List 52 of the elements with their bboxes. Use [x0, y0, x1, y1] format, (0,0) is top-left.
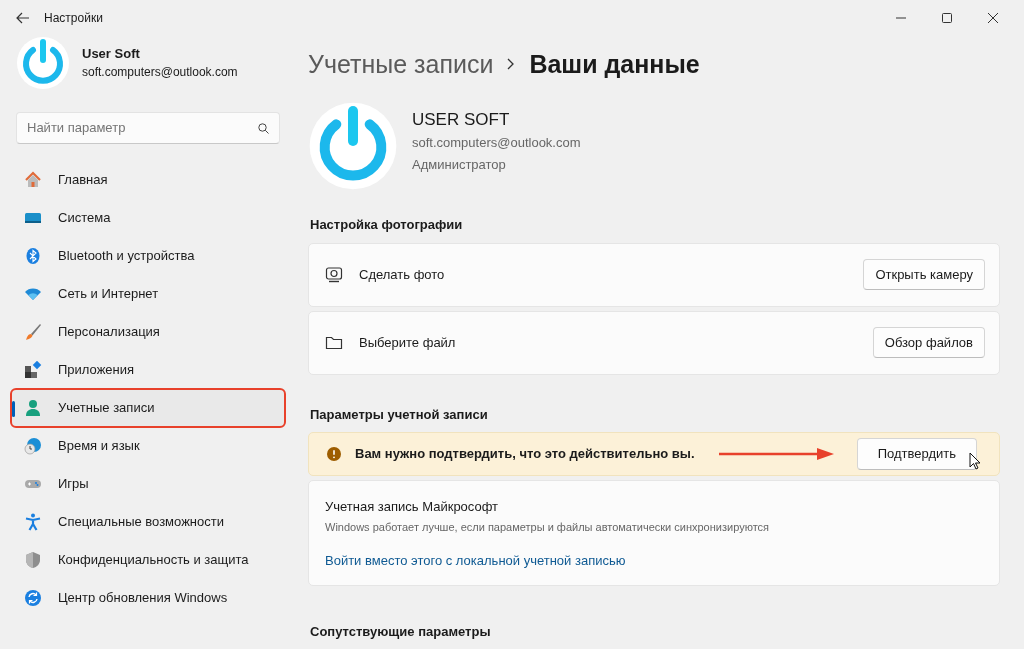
avatar-power-icon: [16, 35, 70, 90]
sidebar-item[interactable]: Учетные записи: [12, 389, 284, 426]
sidebar-item[interactable]: Персонализация: [12, 313, 284, 350]
account-description: Windows работает лучше, если параметры и файлы автоматически синхронизируются: [325, 519, 771, 535]
chevron-icon: [507, 58, 516, 71]
maximize-icon: [942, 12, 952, 23]
row-action-button[interactable]: Обзор файлов: [872, 326, 985, 359]
section-heading: Сопутствующие параметры: [310, 622, 492, 641]
globe-clock-icon: [24, 436, 42, 455]
window-title: Настройки: [44, 9, 103, 27]
section-heading: Параметры учетной записи: [310, 405, 489, 424]
sidebar-item[interactable]: Время и язык: [12, 427, 284, 464]
section-heading: Настройка фотографии: [310, 216, 464, 234]
sidebar-item[interactable]: Главная: [12, 161, 284, 198]
row-label: Выберите файл: [359, 333, 456, 352]
brush-icon: [24, 322, 42, 341]
sidebar-item[interactable]: Сеть и Интернет: [12, 275, 284, 312]
search-field[interactable]: Найти параметр: [16, 111, 280, 144]
shield-icon: [24, 550, 42, 569]
profile-role: Администратор: [412, 156, 507, 175]
confirm-button[interactable]: Подтвердить: [856, 438, 977, 470]
house-icon: [24, 170, 42, 189]
sidebar-item[interactable]: Конфиденциальность и защита: [12, 541, 284, 578]
bluetooth-icon: [24, 246, 42, 265]
sidebar-item[interactable]: Игры: [12, 465, 284, 502]
profile-email: soft.computers@outlook.com: [412, 133, 581, 152]
sidebar-item[interactable]: Специальные возможности: [12, 503, 284, 540]
search-icon: [258, 122, 269, 134]
row-label: Сделать фото: [359, 265, 445, 284]
person-icon: [24, 398, 42, 417]
sidebar-item[interactable]: Центр обновления Windows: [12, 579, 284, 616]
account-title: Учетная запись Майкрософт: [325, 498, 500, 516]
app-tiles-icon: [24, 360, 42, 379]
avatar-power-icon: [308, 101, 398, 191]
sidebar-item[interactable]: Система: [12, 199, 284, 236]
webcam-icon: [325, 265, 343, 284]
sidebar-item[interactable]: Bluetooth и устройства: [12, 237, 284, 274]
breadcrumb-link[interactable]: Учетные записи: [308, 45, 494, 83]
user-name: User Soft: [82, 44, 141, 63]
row-action-button[interactable]: Открыть камеру: [863, 258, 985, 291]
sync-icon: [24, 588, 42, 607]
mouse-cursor-icon: [969, 452, 981, 470]
sidebar-item[interactable]: Приложения: [12, 351, 284, 388]
page-title: Ваши данные: [529, 48, 700, 80]
local-account-link[interactable]: Войти вместо этого с локальной учетной записью: [325, 551, 626, 571]
accessibility-icon: [24, 512, 42, 531]
warning-icon: [327, 447, 341, 461]
back-arrow-icon[interactable]: [16, 11, 30, 24]
close-icon: [988, 12, 998, 23]
banner-message: Вам нужно подтвердить, что это действительно вы.: [355, 445, 695, 464]
profile-name: USER SOFT: [412, 109, 511, 132]
user-email: soft.computers@outlook.com: [82, 64, 238, 82]
